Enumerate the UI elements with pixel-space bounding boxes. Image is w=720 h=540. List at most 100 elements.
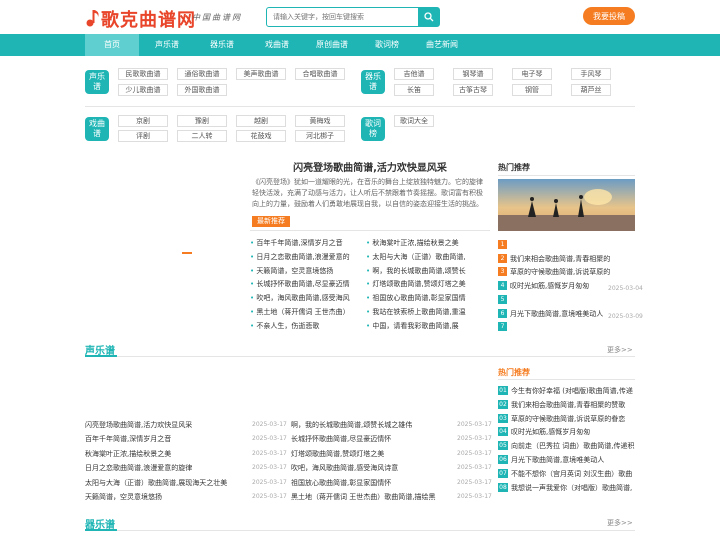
- vocal-list-item[interactable]: 啊，我的长城歌曲简谱,颂赞长城之雄伟: [291, 420, 451, 430]
- vocal-list-item[interactable]: 吹吧，海风歌曲简谱,感受海风诗意: [291, 463, 451, 473]
- featured-list-item[interactable]: • 秋海棠叶正浓,描绘秋景之美: [366, 238, 466, 248]
- featured-list-text: 秋海棠叶正浓,描绘秋景之美: [372, 239, 459, 247]
- tag-huangmei[interactable]: 黄梅戏: [295, 115, 345, 127]
- featured-title[interactable]: 闪亮登场歌曲简谱,活力欢快显风采: [250, 159, 490, 174]
- vocal-list-date: 2025-03-17: [252, 478, 287, 486]
- tag-children[interactable]: 少儿歌曲谱: [118, 84, 168, 96]
- hot-top-date: 2025-03-09: [608, 312, 643, 320]
- tag-yu[interactable]: 豫剧: [177, 115, 227, 127]
- hot-side-item[interactable]: 叹时光如筋,感慨岁月匆匆: [511, 427, 635, 437]
- hot-top-item[interactable]: 草原的守候歌曲简谱,诉说草原的眷恋: [510, 267, 610, 277]
- instrument-more-link[interactable]: 更多>>: [607, 518, 633, 528]
- hot-top-item[interactable]: 我们来相会歌曲简谱,青春相聚的赞歌: [510, 254, 610, 264]
- divider: [250, 230, 490, 231]
- featured-list-item[interactable]: • 天籁简谱，空灵意境悠扬: [250, 266, 350, 276]
- vocal-list-item[interactable]: 日月之恋歌曲简谱,浪漫爱意的旋律: [85, 463, 245, 473]
- hot-side-item[interactable]: 草原的守候歌曲简谱,诉说草原的眷恋: [511, 414, 635, 424]
- featured-list-text: 黑土地（蒋开儒词 王世杰曲）: [256, 308, 350, 316]
- hot-side-item[interactable]: 月光下歌曲简谱,意境唯美动人: [511, 455, 635, 465]
- vocal-list-item[interactable]: 黑土地（蒋开儒词 王世杰曲）歌曲简谱,描绘黑: [291, 492, 451, 502]
- nav-home[interactable]: 首页: [85, 34, 139, 56]
- category-label-opera[interactable]: 戏曲谱: [85, 117, 109, 141]
- tag-bel-canto[interactable]: 美声歌曲谱: [236, 68, 286, 80]
- featured-list-item[interactable]: • 黑土地（蒋开儒词 王世杰曲）: [250, 307, 350, 317]
- tag-foreign[interactable]: 外国歌曲谱: [177, 84, 227, 96]
- vocal-list-item[interactable]: 灯塔颂歌曲简谱,赞颂灯塔之美: [291, 449, 451, 459]
- vocal-list-date: 2025-03-17: [252, 493, 287, 500]
- tag-errenzhuan[interactable]: 二人转: [177, 130, 227, 142]
- category-label-vocal[interactable]: 声乐谱: [85, 70, 109, 94]
- rank-badge: 3: [498, 267, 507, 277]
- tag-hulusi[interactable]: 葫芦丝: [571, 84, 611, 96]
- slider-indicator[interactable]: [182, 252, 192, 254]
- featured-list-item[interactable]: • 不亲人生，伤逝悲歌: [250, 321, 350, 331]
- post-button[interactable]: 我要投稿: [583, 7, 635, 25]
- hot-side-title: 热门推荐: [498, 368, 530, 377]
- tag-chorus[interactable]: 合唱歌曲谱: [295, 68, 345, 80]
- hot-side-item[interactable]: 我想说一声我爱你（对唱版）歌曲简谱,: [511, 483, 635, 493]
- tag-accordion[interactable]: 手风琴: [571, 68, 611, 80]
- tag-hebei[interactable]: 河北梆子: [295, 130, 345, 142]
- rank-badge: 5: [498, 294, 507, 304]
- featured-list-text: 啊，我的长城歌曲简谱,颂赞长: [372, 266, 466, 275]
- beach-photo[interactable]: [498, 179, 635, 231]
- tag-guitar[interactable]: 吉他谱: [394, 68, 434, 80]
- featured-list-item[interactable]: • 太阳与大海（正谱）歌曲简谱,: [366, 252, 466, 262]
- featured-list-item[interactable]: • 啊，我的长城歌曲简谱,颂赞长: [366, 266, 466, 276]
- tag-keyboard[interactable]: 电子琴: [512, 68, 552, 80]
- featured-list-item[interactable]: • 祖国放心歌曲简谱,彰显家国情: [366, 293, 466, 303]
- nav-instrument[interactable]: 器乐谱: [195, 34, 249, 56]
- vocal-list-date: 2025-03-17: [457, 493, 492, 500]
- hot-side-item[interactable]: 不能不想你（宫月英词 刘汉生曲）歌曲: [511, 469, 635, 479]
- vocal-list-item[interactable]: 百年千年简谱,深情岁月之音: [85, 434, 245, 444]
- tag-guzheng[interactable]: 古筝古琴: [453, 84, 493, 96]
- tag-folk[interactable]: 民歌歌曲谱: [118, 68, 168, 80]
- hot-side-item[interactable]: 今生有你好幸福 (对唱版)歌曲简谱,传递: [511, 386, 635, 396]
- tag-huagu[interactable]: 花鼓戏: [236, 130, 286, 142]
- nav-vocal[interactable]: 声乐谱: [140, 34, 194, 56]
- nav-original[interactable]: 原创曲谱: [305, 34, 359, 56]
- featured-list-text: 太阳与大海（正谱）歌曲简谱,: [372, 252, 466, 261]
- vocal-list-item[interactable]: 祖国放心歌曲简谱,彰显家国情怀: [291, 478, 451, 488]
- rank-badge: 02: [498, 399, 508, 409]
- hot-top-item[interactable]: 叹时光如筋,感慨岁月匆匆: [510, 281, 610, 291]
- vocal-list-item[interactable]: 闪亮登场歌曲简谱,活力欢快显风采: [85, 420, 245, 430]
- site-logo[interactable]: 歌克曲谱网: [101, 6, 196, 32]
- tag-lyrics-all[interactable]: 歌词大全: [394, 115, 434, 127]
- tag-yue[interactable]: 越剧: [236, 115, 286, 127]
- hot-top-item[interactable]: 月光下歌曲简谱,意境唯美动人: [510, 309, 610, 319]
- search-button[interactable]: [418, 8, 439, 26]
- hot-side-item[interactable]: 我们来相会歌曲简谱,青春相聚的赞歌: [511, 400, 635, 410]
- tag-pop[interactable]: 通俗歌曲谱: [177, 68, 227, 80]
- nav-opera[interactable]: 戏曲谱: [250, 34, 304, 56]
- hot-side-item[interactable]: 向前走（巴秀拉 词曲）歌曲简谱,传递积: [511, 441, 635, 451]
- tag-flute[interactable]: 长笛: [394, 84, 434, 96]
- featured-list-item[interactable]: • 中国，请看我彩歌曲简谱,展: [366, 321, 466, 331]
- vocal-list-item[interactable]: 秋海棠叶正浓,描绘秋景之美: [85, 449, 245, 459]
- vocal-list-date: 2025-03-17: [457, 478, 492, 486]
- featured-list-item[interactable]: • 百年千年简谱,深情岁月之音: [250, 238, 350, 248]
- vocal-list-item[interactable]: 长城抒怀歌曲简谱,尽显豪迈情怀: [291, 434, 451, 444]
- tag-ping[interactable]: 评剧: [118, 130, 168, 142]
- tag-pipe[interactable]: 钢管: [512, 84, 552, 96]
- featured-list-text: 我站在铁索桥上歌曲简谱,重温: [372, 308, 466, 316]
- vocal-list-item[interactable]: 天籁简谱，空灵意境悠扬: [85, 492, 245, 502]
- featured-list-item[interactable]: • 灯塔颂歌曲简谱,赞颂灯塔之美: [366, 279, 466, 289]
- category-label-lyrics[interactable]: 歌词榜: [361, 117, 385, 141]
- featured-list-text: 灯塔颂歌曲简谱,赞颂灯塔之美: [372, 280, 466, 289]
- vocal-more-link[interactable]: 更多>>: [607, 345, 633, 355]
- rank-badge: 6: [498, 308, 507, 318]
- vocal-list-item[interactable]: 太阳与大海（正谱）歌曲简谱,展现海天之壮美: [85, 478, 245, 488]
- vocal-list-date: 2025-03-17: [457, 464, 492, 472]
- featured-list-item[interactable]: • 日月之恋歌曲简谱,浪漫爱意的: [250, 252, 350, 262]
- nav-lyrics[interactable]: 歌词榜: [360, 34, 414, 56]
- featured-list-item[interactable]: • 长城抒怀歌曲简谱,尽显豪迈情: [250, 279, 350, 289]
- tag-peking[interactable]: 京剧: [118, 115, 168, 127]
- featured-list-item[interactable]: • 吹吧，海风歌曲简谱,感受海风: [250, 293, 350, 303]
- search-input[interactable]: [267, 8, 417, 26]
- rank-badge: 06: [498, 455, 508, 464]
- featured-list-item[interactable]: • 我站在铁索桥上歌曲简谱,重温: [366, 307, 466, 317]
- tag-piano[interactable]: 钢琴谱: [453, 68, 493, 80]
- category-label-instrument[interactable]: 器乐谱: [361, 70, 385, 94]
- nav-news[interactable]: 曲艺新闻: [415, 34, 469, 56]
